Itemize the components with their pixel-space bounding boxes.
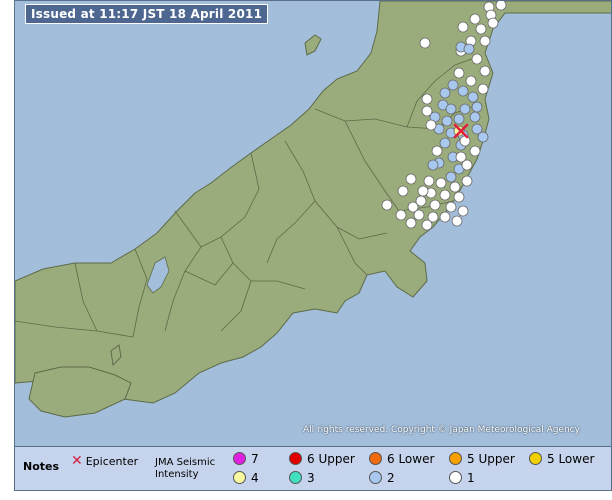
observation-station: [459, 135, 471, 147]
legend-epicenter: ✕ Epicenter: [71, 453, 138, 469]
observation-station: [459, 103, 471, 115]
intensity-dot-icon: [449, 452, 462, 465]
observation-station: [469, 13, 481, 25]
observation-station: [405, 217, 417, 229]
observation-station: [421, 93, 433, 105]
legend-level-label: 2: [387, 471, 395, 485]
legend-epicenter-label: Epicenter: [85, 455, 139, 468]
map-frame: Issued at 11:17 JST 18 April 2011 All ri…: [6, 0, 612, 496]
observation-station: [477, 83, 489, 95]
legend-notes-label: Notes: [23, 460, 60, 473]
intensity-dot-icon: [529, 452, 542, 465]
observation-station: [487, 17, 499, 29]
observation-station: [439, 189, 451, 201]
observation-station: [475, 23, 487, 35]
observation-station: [421, 105, 433, 117]
intensity-dot-icon: [449, 471, 462, 484]
intensity-dot-icon: [289, 452, 302, 465]
legend-scale-title-line1: JMA Seismic: [155, 457, 216, 468]
map-canvas: [15, 1, 611, 418]
observation-station: [455, 151, 467, 163]
legend-level-label: 5 Lower: [547, 452, 595, 466]
observation-station: [451, 215, 463, 227]
observation-station: [457, 21, 469, 33]
observation-station: [471, 101, 483, 113]
observation-station: [425, 119, 437, 131]
legend-level-1: 7: [233, 452, 259, 466]
legend-level-label: 6 Upper: [307, 452, 355, 466]
intensity-dot-icon: [369, 452, 382, 465]
observation-station: [421, 219, 433, 231]
issued-timestamp: Issued at 11:17 JST 18 April 2011: [25, 4, 269, 24]
observation-station: [445, 201, 457, 213]
observation-station: [381, 199, 393, 211]
observation-station: [435, 177, 447, 189]
copyright-notice: All rights reserved. Copyright © Japan M…: [303, 425, 580, 435]
observation-station: [447, 79, 459, 91]
observation-station: [453, 191, 465, 203]
observation-station: [467, 91, 479, 103]
observation-station: [419, 37, 431, 49]
observation-station: [461, 175, 473, 187]
observation-station: [479, 65, 491, 77]
legend-level-2: 6 Upper: [289, 452, 355, 466]
legend-level-label: 6 Lower: [387, 452, 435, 466]
legend-level-label: 4: [251, 471, 259, 485]
observation-station: [465, 75, 477, 87]
observation-station: [453, 113, 465, 125]
observation-station: [479, 35, 491, 47]
observation-station: [429, 199, 441, 211]
legend-level-label: 5 Upper: [467, 452, 515, 466]
observation-station: [449, 181, 461, 193]
intensity-map: Issued at 11:17 JST 18 April 2011 All ri…: [14, 0, 612, 447]
observation-station: [423, 175, 435, 187]
observation-station: [439, 211, 451, 223]
observation-station: [445, 103, 457, 115]
legend-level-3: 6 Lower: [369, 452, 434, 466]
legend-level-7: 3: [289, 471, 315, 485]
observation-station: [413, 209, 425, 221]
legend-panel: Notes ✕ Epicenter JMA Seismic Intensity 7…: [14, 447, 612, 491]
observation-station: [457, 205, 469, 217]
observation-station: [395, 209, 407, 221]
legend-level-label: 1: [467, 471, 475, 485]
observation-station: [397, 185, 409, 197]
observation-station: [405, 173, 417, 185]
observation-station: [439, 87, 451, 99]
observation-station: [427, 159, 439, 171]
observation-station: [469, 111, 481, 123]
observation-station: [445, 171, 457, 183]
legend-level-8: 2: [369, 471, 395, 485]
observation-station: [477, 131, 489, 143]
epicenter-x-icon: ✕: [71, 453, 83, 469]
legend-level-label: 7: [251, 452, 259, 466]
observation-station: [439, 137, 451, 149]
intensity-dot-icon: [369, 471, 382, 484]
observation-station: [463, 43, 475, 55]
legend-level-4: 5 Upper: [449, 452, 515, 466]
legend-scale-title-line2: Intensity: [155, 469, 199, 480]
intensity-dot-icon: [289, 471, 302, 484]
legend-level-5: 5 Lower: [529, 452, 594, 466]
honshu-landmass: [15, 1, 611, 404]
observation-station: [453, 67, 465, 79]
observation-station: [471, 53, 483, 65]
observation-station: [469, 145, 481, 157]
observation-station: [417, 185, 429, 197]
observation-station: [441, 115, 453, 127]
observation-station: [495, 1, 507, 11]
intensity-dot-icon: [233, 471, 246, 484]
legend-level-label: 3: [307, 471, 315, 485]
legend-level-6: 4: [233, 471, 259, 485]
sado-island: [304, 34, 322, 56]
observation-station: [457, 85, 469, 97]
legend-level-9: 1: [449, 471, 475, 485]
land-layer: [15, 1, 611, 418]
intensity-dot-icon: [233, 452, 246, 465]
observation-station: [431, 145, 443, 157]
